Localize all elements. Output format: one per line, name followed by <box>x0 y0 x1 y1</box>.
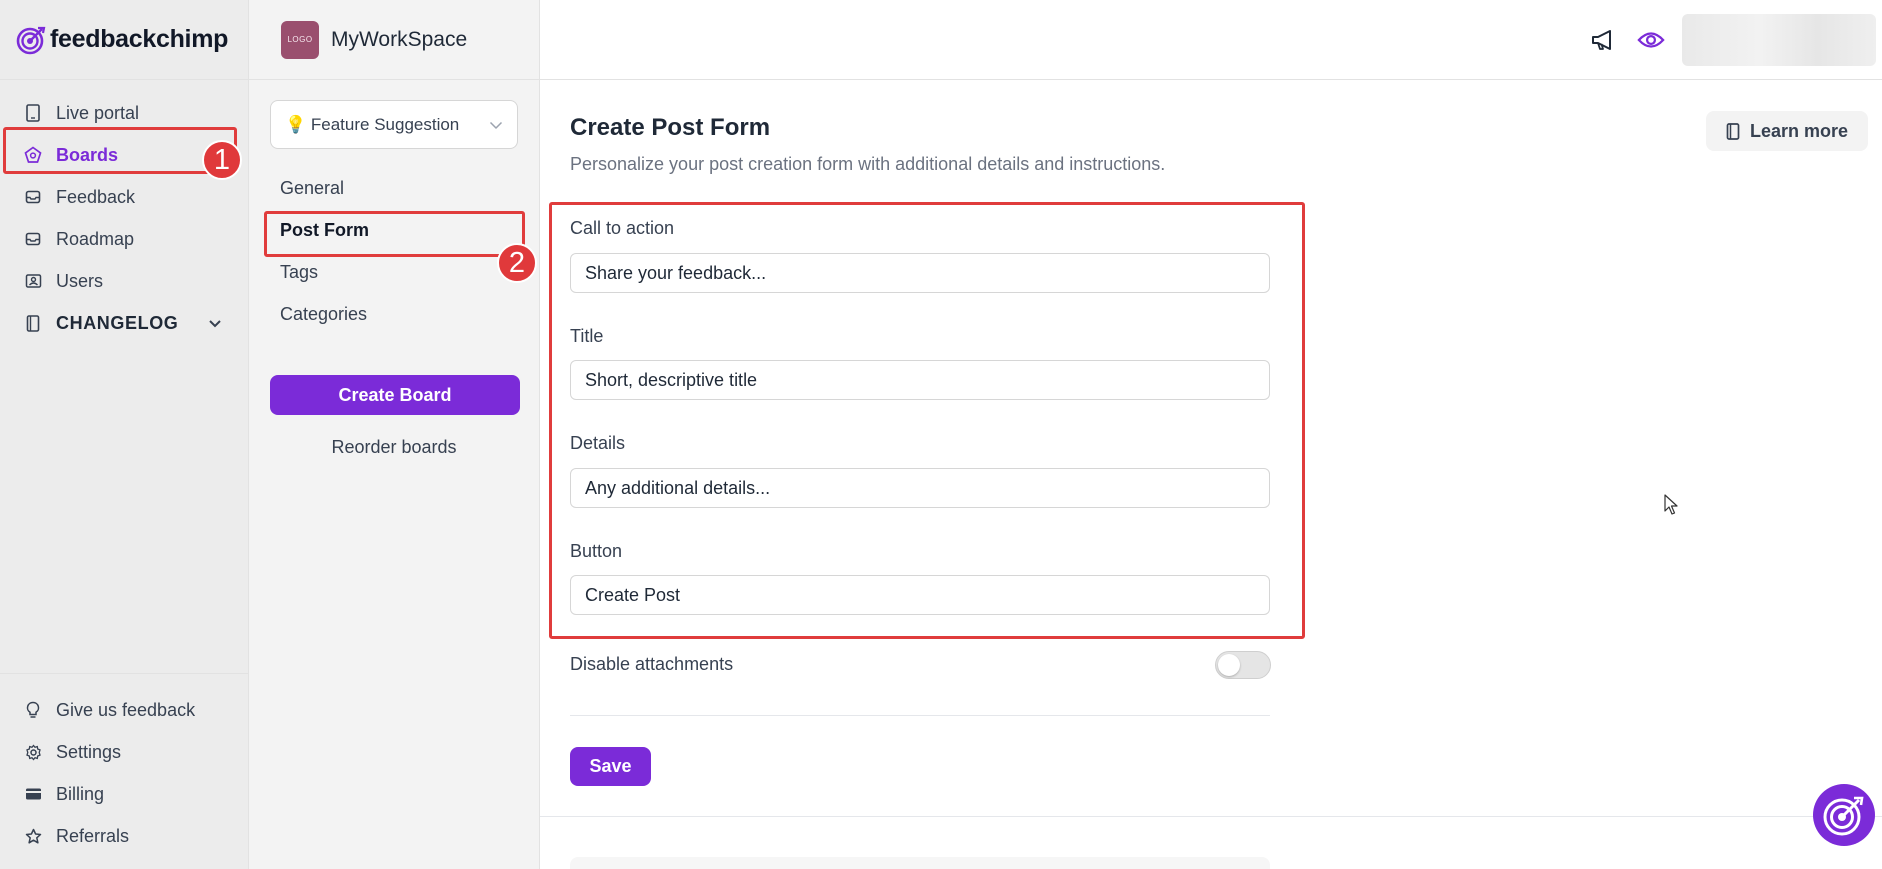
title-input[interactable] <box>570 360 1270 400</box>
sub-nav-categories[interactable]: Categories <box>249 293 539 335</box>
section-divider <box>570 715 1270 716</box>
board-select-value: 💡 Feature Suggestion <box>285 114 460 134</box>
annotation-step-1-badge: 1 <box>202 140 242 180</box>
eye-icon[interactable] <box>1637 26 1665 54</box>
board-select[interactable]: 💡 Feature Suggestion <box>270 100 518 149</box>
title-label: Title <box>570 326 604 346</box>
sidebar-item-feedback[interactable]: Feedback <box>0 176 248 218</box>
sidebar-item-changelog[interactable]: CHANGELOG <box>0 302 248 344</box>
board-sub-nav: General Post Form Tags Categories <box>249 167 539 335</box>
credit-card-icon <box>24 785 42 803</box>
brand-name: feedbackchimp <box>50 25 229 53</box>
workspace-name: MyWorkSpace <box>331 27 468 51</box>
sub-nav-general[interactable]: General <box>249 167 539 209</box>
workspace-header[interactable]: LOGO MyWorkSpace <box>249 0 539 80</box>
next-section-card <box>570 857 1270 869</box>
sub-nav-post-form[interactable]: Post Form <box>249 209 539 251</box>
sidebar-item-label: Settings <box>56 741 122 762</box>
sidebar-item-billing[interactable]: Billing <box>0 773 249 815</box>
button-text-input[interactable] <box>570 575 1270 615</box>
section-divider <box>540 816 1882 817</box>
sidebar-item-label: Boards <box>56 144 119 165</box>
sidebar-item-label: Referrals <box>56 825 130 846</box>
target-logo-icon <box>16 26 46 54</box>
workspace-logo: LOGO <box>281 20 319 59</box>
chevron-down-icon[interactable] <box>208 313 222 334</box>
book-icon <box>1726 122 1740 140</box>
sidebar-item-live-portal[interactable]: Live portal <box>0 92 248 134</box>
sidebar-item-label: Live portal <box>56 102 140 123</box>
sub-nav-tags[interactable]: Tags <box>249 251 539 293</box>
user-profile-menu[interactable] <box>1682 14 1876 66</box>
learn-more-label: Learn more <box>1749 120 1849 141</box>
button-label: Button <box>570 541 623 561</box>
sidebar-item-label: Billing <box>56 783 105 804</box>
chevron-down-icon <box>489 115 503 135</box>
call-to-action-label: Call to action <box>570 218 675 238</box>
sidebar-item-label: Give us feedback <box>56 699 196 720</box>
sidebar-item-roadmap[interactable]: Roadmap <box>0 218 248 260</box>
roadmap-icon <box>24 230 42 248</box>
sidebar-item-give-feedback[interactable]: Give us feedback <box>0 689 249 731</box>
mouse-cursor-icon <box>1664 494 1678 515</box>
sidebar-nav: Live portal Boards Feedback Roadmap User… <box>0 80 248 344</box>
toggle-knob <box>1218 654 1240 676</box>
sidebar-bottom-nav: Give us feedback Settings Billing Referr… <box>0 673 249 869</box>
top-bar <box>540 0 1882 80</box>
sidebar-item-label: Users <box>56 270 104 291</box>
boards-icon <box>24 146 42 164</box>
details-input[interactable] <box>570 468 1270 508</box>
board-settings-panel: LOGO MyWorkSpace 💡 Feature Suggestion Ge… <box>249 0 540 869</box>
learn-more-button[interactable]: Learn more <box>1706 111 1868 151</box>
sidebar-item-label: Feedback <box>56 186 136 207</box>
annotation-step-2-badge: 2 <box>497 243 537 283</box>
lightbulb-icon <box>24 701 42 719</box>
sidebar-item-referrals[interactable]: Referrals <box>0 815 249 857</box>
star-icon <box>24 827 42 845</box>
sidebar-item-settings[interactable]: Settings <box>0 731 249 773</box>
page-title: Create Post Form <box>570 114 771 141</box>
tablet-icon <box>24 104 42 122</box>
sidebar-item-label: Roadmap <box>56 228 135 249</box>
post-form-settings: Create Post Form Personalize your post c… <box>540 81 1882 869</box>
reorder-boards-link[interactable]: Reorder boards <box>249 437 539 458</box>
call-to-action-input[interactable] <box>570 253 1270 293</box>
sidebar-item-label: CHANGELOG <box>56 312 179 333</box>
disable-attachments-toggle[interactable] <box>1215 651 1271 679</box>
users-icon <box>24 272 42 290</box>
save-button[interactable]: Save <box>570 747 651 786</box>
inbox-icon <box>24 188 42 206</box>
megaphone-icon[interactable] <box>1589 26 1617 54</box>
disable-attachments-label: Disable attachments <box>570 654 734 674</box>
feedback-widget-button[interactable] <box>1813 784 1875 846</box>
create-board-button[interactable]: Create Board <box>270 375 520 415</box>
page-subtitle: Personalize your post creation form with… <box>570 154 1166 174</box>
target-logo-icon <box>1823 796 1864 836</box>
sidebar-item-users[interactable]: Users <box>0 260 248 302</box>
book-icon <box>24 314 42 332</box>
gear-icon <box>24 743 42 761</box>
brand-logo[interactable]: feedbackchimp <box>0 0 248 80</box>
details-label: Details <box>570 433 626 453</box>
main-sidebar: feedbackchimp Live portal Boards Feedbac… <box>0 0 249 869</box>
